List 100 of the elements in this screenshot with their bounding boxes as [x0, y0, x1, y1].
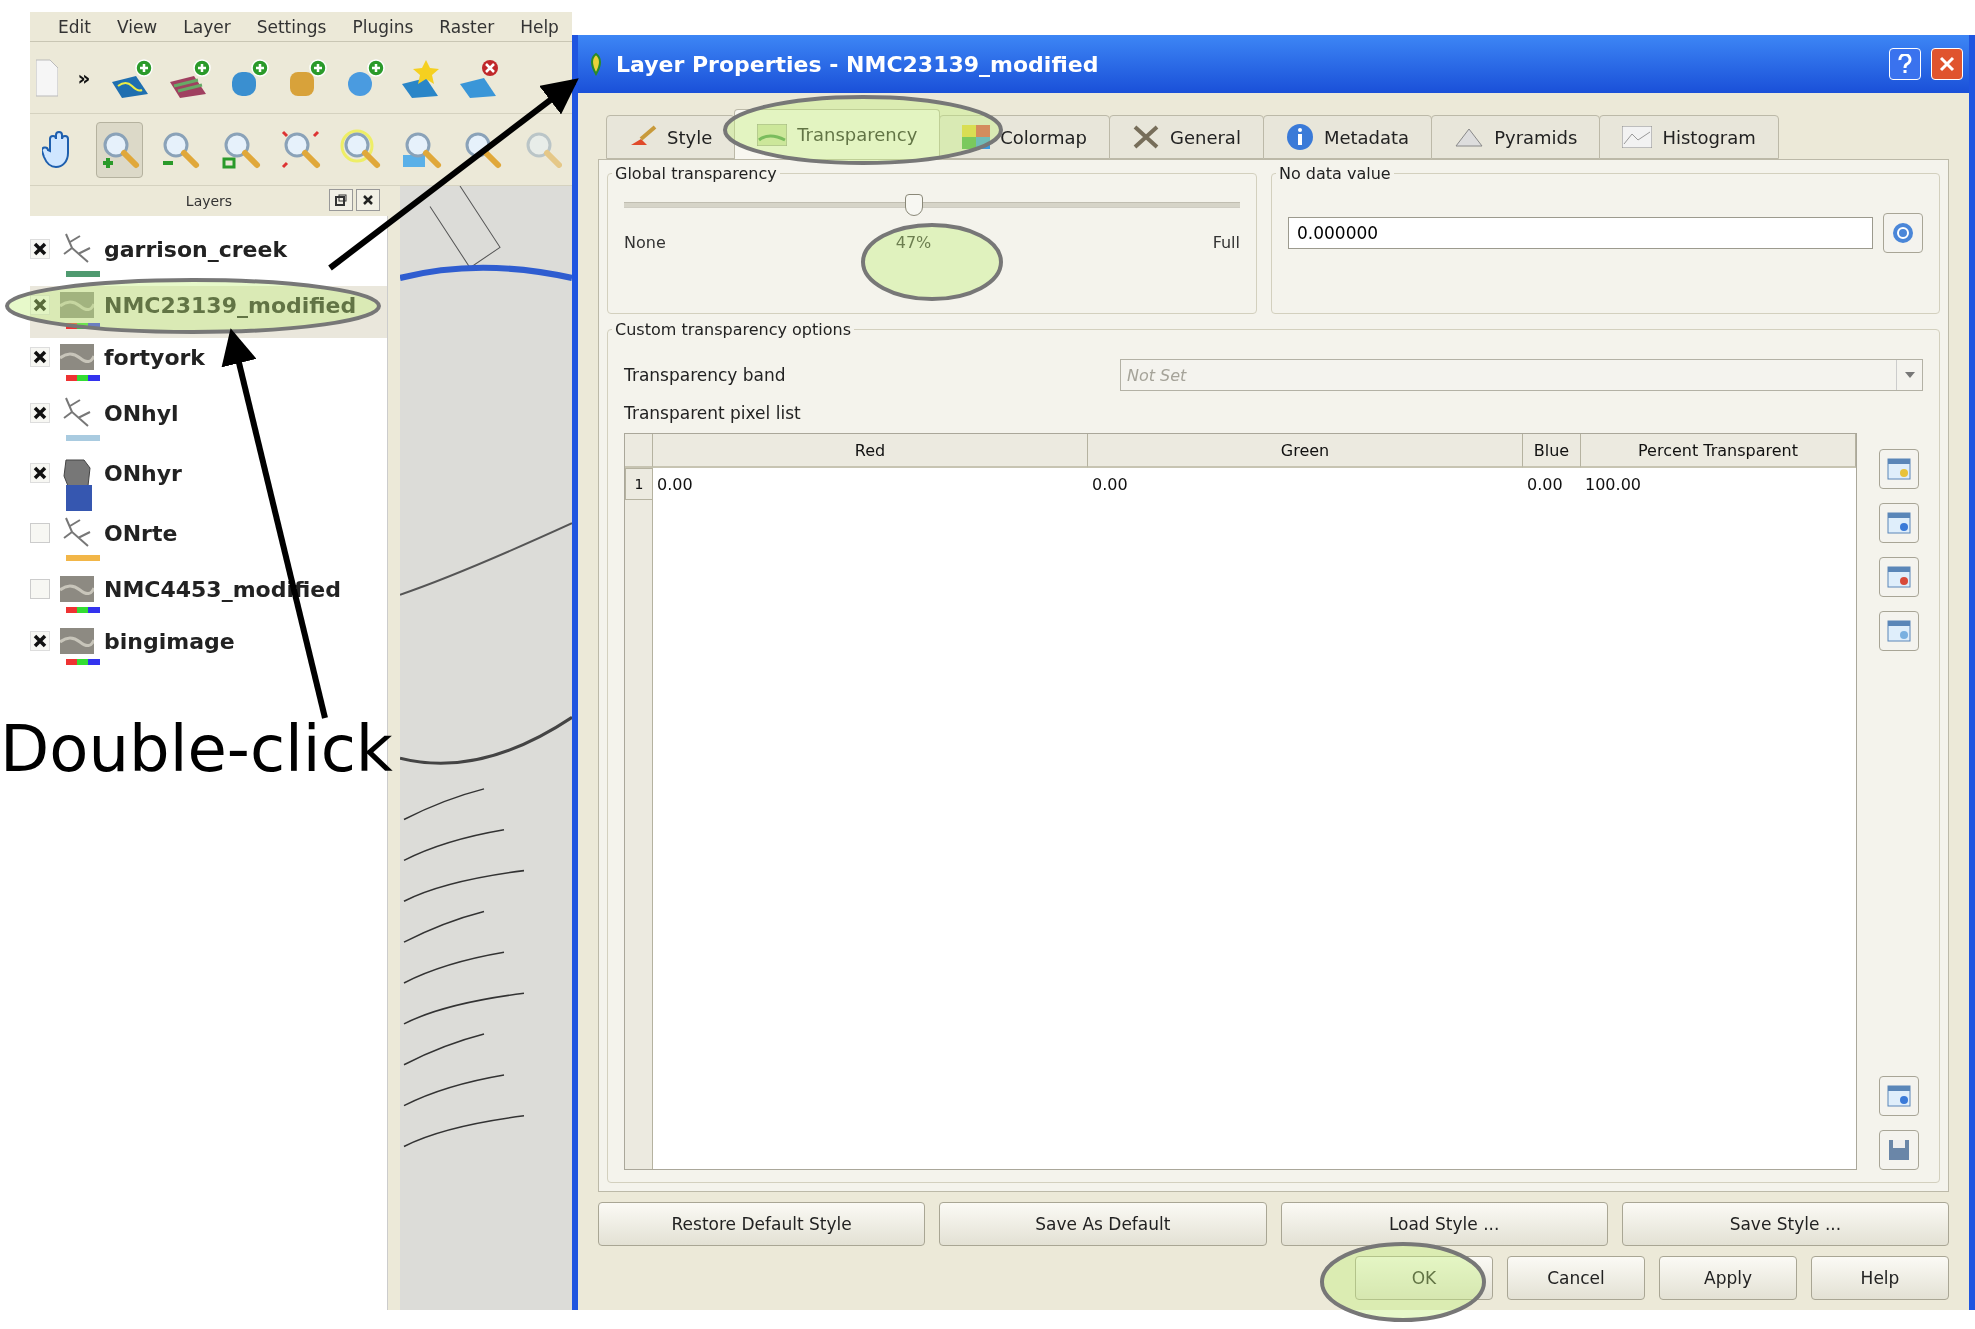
layer-name: NMC23139_modified	[104, 292, 357, 318]
dialog-button[interactable]: OK	[1355, 1256, 1493, 1300]
layer-name: bingimage	[104, 628, 235, 654]
tab[interactable]: Metadata	[1262, 115, 1433, 159]
close-button[interactable]	[356, 189, 380, 211]
close-icon	[1939, 56, 1955, 72]
column-header[interactable]: Green	[1088, 434, 1523, 468]
callout-text: Double-click	[0, 712, 393, 786]
style-button[interactable]: Restore Default Style	[598, 1202, 926, 1246]
raster-layer-icon	[60, 576, 94, 602]
remove-row-button[interactable]	[1879, 557, 1919, 597]
window-title: Layer Properties - NMC23139_modified	[616, 51, 1100, 77]
menu-item[interactable]: View	[116, 16, 158, 37]
pick-pixel-button[interactable]	[1879, 503, 1919, 543]
style-button[interactable]: Save As Default	[939, 1202, 1267, 1246]
zoom-icon	[340, 128, 383, 171]
layer-name: garrison_creek	[104, 236, 288, 262]
layer-row[interactable]: ONrte	[30, 510, 387, 570]
layer-checkbox[interactable]	[30, 463, 50, 483]
layer-checkbox[interactable]	[30, 295, 50, 315]
layer-row[interactable]: ONhyl	[30, 390, 387, 450]
save-icon	[1888, 1139, 1910, 1161]
tab[interactable]: General	[1108, 115, 1264, 159]
panel-title: Layers	[185, 193, 233, 209]
menu-item[interactable]: Help	[520, 16, 559, 37]
layer-checkbox[interactable]	[30, 347, 50, 367]
table-cell-text: 0.00	[1526, 473, 1564, 496]
raster-add-icon[interactable]	[168, 57, 212, 98]
rgb-legend-icon	[66, 607, 100, 613]
layer-row[interactable]: fortyork	[30, 338, 387, 390]
no-data-field[interactable]: 0.000000	[1288, 217, 1873, 249]
table-cell-text: 0.00	[1091, 473, 1129, 496]
pyramid-icon	[1454, 126, 1485, 148]
column-header[interactable]: Percent Transparent	[1581, 434, 1856, 468]
group-title: Custom transparency options	[614, 320, 852, 339]
layer-name: fortyork	[104, 344, 205, 370]
layer-checkbox[interactable]	[30, 403, 50, 423]
dialog-button[interactable]: Cancel	[1507, 1256, 1645, 1300]
row-header[interactable]: 1	[625, 468, 653, 500]
layer-checkbox[interactable]	[30, 631, 50, 651]
dialog-button[interactable]: Apply	[1659, 1256, 1797, 1300]
save-button[interactable]	[1879, 1130, 1919, 1170]
group-title: Global transparency	[614, 164, 778, 183]
raster-layer-icon	[60, 344, 94, 370]
menu-item[interactable]: Settings	[256, 16, 327, 37]
tab[interactable]: Pyramids	[1431, 115, 1601, 159]
tab[interactable]: Colormap	[939, 115, 1110, 159]
field-label: Transparent pixel list	[624, 403, 802, 423]
table-icon	[1887, 458, 1911, 480]
layer-name: ONhyr	[104, 460, 182, 486]
slider-thumb[interactable]	[904, 194, 923, 216]
layer-row[interactable]: garrison_creek	[30, 226, 387, 286]
layer-row[interactable]: bingimage	[30, 622, 387, 674]
slider-min-label: None	[624, 233, 666, 254]
raster-layer-icon	[60, 628, 94, 654]
toolbar-overflow[interactable]: »	[72, 65, 96, 90]
map-add-icon[interactable]	[110, 57, 154, 98]
help-button[interactable]	[1889, 48, 1921, 80]
style-button[interactable]: Save Style ...	[1621, 1202, 1949, 1246]
column-header[interactable]: Red	[653, 434, 1088, 468]
dialog-button[interactable]: Help	[1811, 1256, 1949, 1300]
close-icon	[362, 194, 374, 206]
slider-max-label: Full	[1212, 233, 1240, 254]
field-label: Transparency band	[624, 365, 787, 385]
style-button[interactable]: Load Style ...	[1280, 1202, 1608, 1246]
import-button[interactable]	[1879, 1076, 1919, 1116]
default-values-button[interactable]	[1879, 611, 1919, 651]
image-icon	[757, 123, 788, 146]
layer-checkbox[interactable]	[30, 523, 50, 543]
zoom-icon	[279, 128, 322, 171]
menu-item[interactable]: Raster	[439, 16, 495, 37]
palette-icon	[962, 125, 991, 149]
tab[interactable]: Transparency	[734, 109, 941, 159]
layer-checkbox[interactable]	[30, 239, 50, 259]
menu-item[interactable]: Layer	[183, 16, 231, 37]
add-row-button[interactable]	[1879, 449, 1919, 489]
table-icon	[1887, 566, 1911, 588]
float-icon	[335, 194, 347, 206]
layer-checkbox[interactable]	[30, 579, 50, 599]
rgb-legend-icon	[66, 375, 100, 381]
reset-button[interactable]	[1883, 213, 1923, 253]
table-cell-text: 100.00	[1584, 473, 1642, 496]
menu-item[interactable]: Edit	[58, 16, 91, 37]
help-icon	[1898, 54, 1912, 74]
rgb-legend-icon	[66, 323, 100, 329]
layer-row[interactable]: NMC23139_modified	[30, 286, 387, 338]
target-icon	[1891, 221, 1915, 245]
histogram-icon	[1622, 126, 1653, 148]
table-icon	[1887, 1085, 1911, 1107]
table-icon	[1887, 512, 1911, 534]
table-cell-text: 0.00	[656, 473, 694, 496]
tab[interactable]: Histogram	[1599, 115, 1779, 159]
menu-item[interactable]: Plugins	[352, 16, 414, 37]
layer-name: ONhyl	[104, 400, 179, 426]
table-icon	[1887, 620, 1911, 642]
tab[interactable]: Style	[606, 115, 736, 159]
caret-icon	[1904, 372, 1915, 378]
column-header[interactable]: Blue	[1523, 434, 1581, 468]
layer-row[interactable]: ONhyr	[30, 450, 387, 510]
float-button[interactable]	[329, 189, 353, 211]
